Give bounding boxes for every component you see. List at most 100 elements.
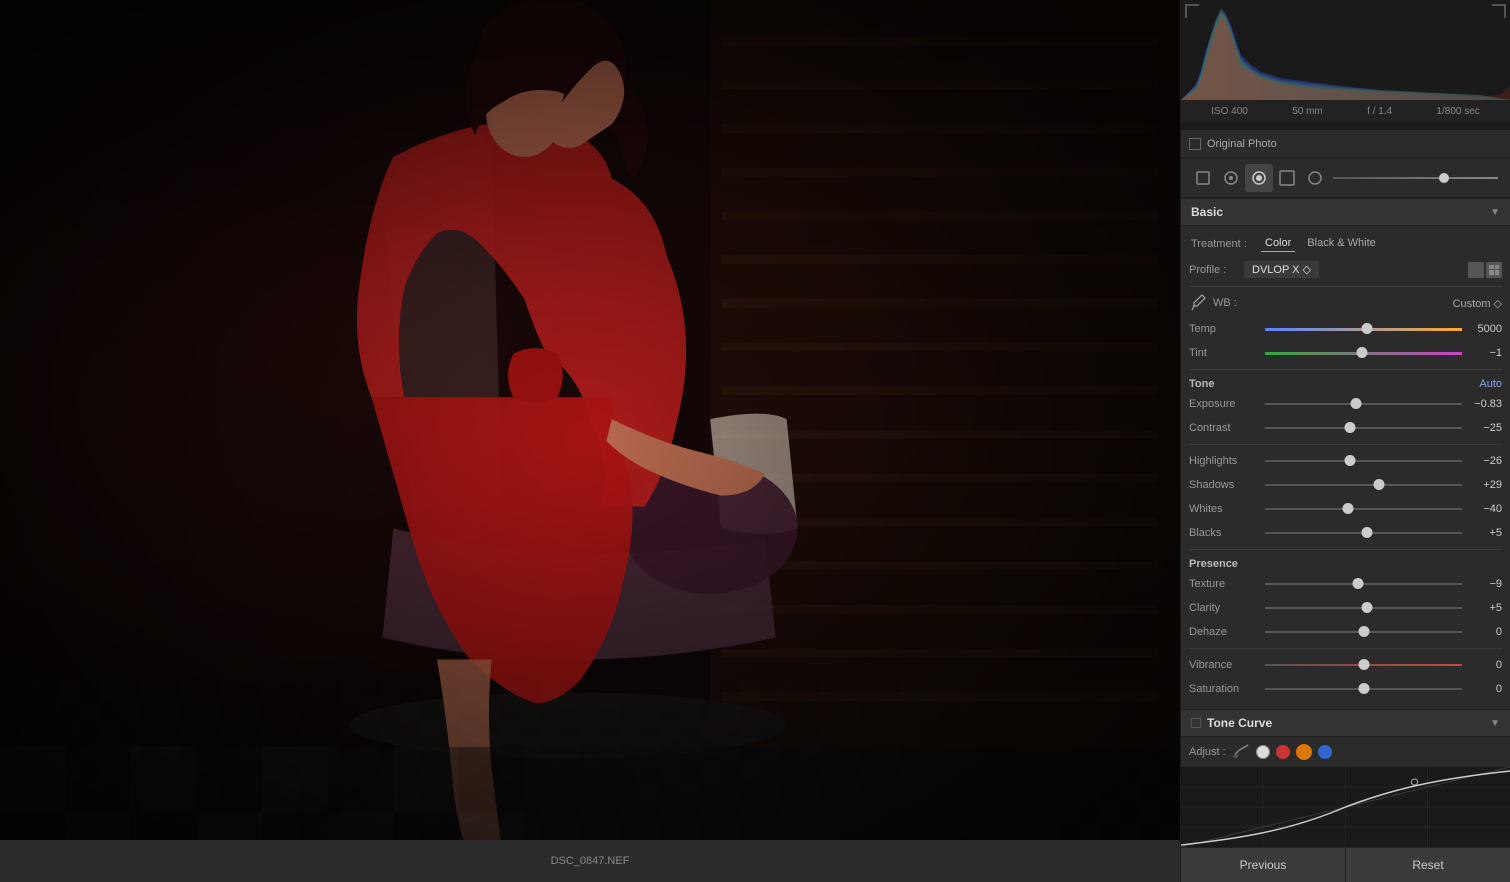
tint-slider-track[interactable] [1265, 352, 1462, 355]
photo-area: DSC_0847.NEF [0, 0, 1180, 882]
contrast-value: −25 [1466, 422, 1502, 434]
panel-content[interactable]: Basic ▼ Treatment : Color Black & White … [1181, 198, 1510, 847]
contrast-thumb[interactable] [1344, 422, 1355, 433]
tool-gradient[interactable] [1273, 164, 1301, 192]
blacks-track[interactable] [1265, 532, 1462, 534]
whites-thumb[interactable] [1342, 503, 1353, 514]
clarity-thumb[interactable] [1362, 602, 1373, 613]
shadows-thumb[interactable] [1374, 479, 1385, 490]
exposure-row: Exposure −0.83 [1189, 394, 1502, 414]
contrast-track[interactable] [1265, 427, 1462, 429]
tone-curve-collapse-icon[interactable] [1191, 718, 1201, 728]
dehaze-label: Dehaze [1189, 626, 1261, 638]
treatment-bw-btn[interactable]: Black & White [1303, 235, 1379, 252]
profile-icon-2[interactable] [1486, 262, 1502, 278]
shadows-value: +29 [1466, 479, 1502, 491]
exposure-label: Exposure [1189, 398, 1261, 410]
texture-track[interactable] [1265, 583, 1462, 585]
vibrance-track[interactable] [1265, 664, 1462, 666]
temp-label: Temp [1189, 323, 1261, 335]
vibrance-thumb[interactable] [1358, 659, 1369, 670]
auto-btn[interactable]: Auto [1479, 378, 1502, 390]
basic-panel: Treatment : Color Black & White Profile … [1181, 226, 1510, 709]
temp-slider-row: Temp 5000 [1189, 319, 1502, 339]
curve-dot-blue[interactable] [1318, 745, 1332, 759]
profile-icons [1468, 262, 1502, 278]
highlights-value: −26 [1466, 455, 1502, 467]
shadows-track[interactable] [1265, 484, 1462, 486]
saturation-label: Saturation [1189, 683, 1261, 695]
exposure-track[interactable] [1265, 403, 1462, 405]
profile-value[interactable]: DVLOP X ◇ [1244, 261, 1319, 278]
tools-row [1181, 158, 1510, 198]
dehaze-value: 0 [1466, 626, 1502, 638]
photo-bottom-bar: DSC_0847.NEF [0, 840, 1180, 882]
whites-label: Whites [1189, 503, 1261, 515]
right-panel: ISO 400 50 mm f / 1.4 1/800 sec Original… [1180, 0, 1510, 882]
tool-healing[interactable] [1217, 164, 1245, 192]
divider-5 [1189, 648, 1502, 649]
texture-row: Texture −9 [1189, 574, 1502, 594]
tool-crop[interactable] [1189, 164, 1217, 192]
clarity-row: Clarity +5 [1189, 598, 1502, 618]
profile-icon-1[interactable] [1468, 262, 1484, 278]
adjust-label: Adjust : [1189, 746, 1226, 758]
original-photo-row[interactable]: Original Photo [1181, 130, 1510, 158]
histogram-area: ISO 400 50 mm f / 1.4 1/800 sec [1181, 0, 1510, 130]
tint-slider-thumb[interactable] [1356, 347, 1367, 358]
tool-radial[interactable] [1245, 164, 1273, 192]
exposure-value: −0.83 [1466, 398, 1502, 410]
basic-section-header[interactable]: Basic ▼ [1181, 198, 1510, 226]
eyedropper-icon[interactable] [1189, 293, 1209, 313]
reset-button[interactable]: Reset [1346, 848, 1510, 882]
divider-4 [1189, 549, 1502, 550]
curve-dot-orange[interactable] [1296, 744, 1312, 760]
highlights-thumb[interactable] [1344, 455, 1355, 466]
contrast-label: Contrast [1189, 422, 1261, 434]
tone-curve-canvas[interactable] [1181, 767, 1510, 847]
whites-row: Whites −40 [1189, 499, 1502, 519]
tint-slider-row: Tint −1 [1189, 343, 1502, 363]
curve-dot-red[interactable] [1276, 745, 1290, 759]
texture-label: Texture [1189, 578, 1261, 590]
blacks-row: Blacks +5 [1189, 523, 1502, 543]
whites-track[interactable] [1265, 508, 1462, 510]
clarity-track[interactable] [1265, 607, 1462, 609]
tool-exposure-slider[interactable] [1333, 177, 1498, 179]
tone-curve-arrow: ▼ [1490, 718, 1500, 729]
saturation-track[interactable] [1265, 688, 1462, 690]
bottom-buttons: Previous Reset [1181, 847, 1510, 882]
texture-value: −9 [1466, 578, 1502, 590]
tone-group-label: Tone [1189, 378, 1214, 390]
temp-slider-thumb[interactable] [1362, 323, 1373, 334]
original-photo-checkbox[interactable] [1189, 138, 1201, 150]
previous-button[interactable]: Previous [1181, 848, 1346, 882]
profile-label: Profile : [1189, 264, 1244, 276]
highlights-track[interactable] [1265, 460, 1462, 462]
histogram-chart [1181, 0, 1510, 100]
blacks-thumb[interactable] [1362, 527, 1373, 538]
blacks-value: +5 [1466, 527, 1502, 539]
dehaze-thumb[interactable] [1358, 626, 1369, 637]
saturation-thumb[interactable] [1358, 683, 1369, 694]
histogram-corner-tr[interactable] [1492, 4, 1506, 18]
exif-focal: 50 mm [1292, 106, 1323, 117]
texture-thumb[interactable] [1352, 578, 1363, 589]
histogram-corner-tl[interactable] [1185, 4, 1199, 18]
wb-value[interactable]: Custom ◇ [1453, 297, 1502, 310]
divider-2 [1189, 369, 1502, 370]
curve-dot-white[interactable] [1256, 745, 1270, 759]
divider-1 [1189, 286, 1502, 287]
basic-section-title: Basic [1191, 205, 1223, 219]
photo-svg [0, 0, 1180, 882]
treatment-label: Treatment : [1191, 238, 1261, 250]
dehaze-track[interactable] [1265, 631, 1462, 633]
saturation-row: Saturation 0 [1189, 679, 1502, 699]
contrast-row: Contrast −25 [1189, 418, 1502, 438]
treatment-color-btn[interactable]: Color [1261, 235, 1295, 252]
curve-edit-icon[interactable] [1232, 743, 1250, 761]
exposure-thumb[interactable] [1350, 398, 1361, 409]
tool-hsl[interactable] [1301, 164, 1329, 192]
tone-curve-header[interactable]: Tone Curve ▼ [1181, 709, 1510, 737]
temp-slider-track[interactable] [1265, 328, 1462, 331]
